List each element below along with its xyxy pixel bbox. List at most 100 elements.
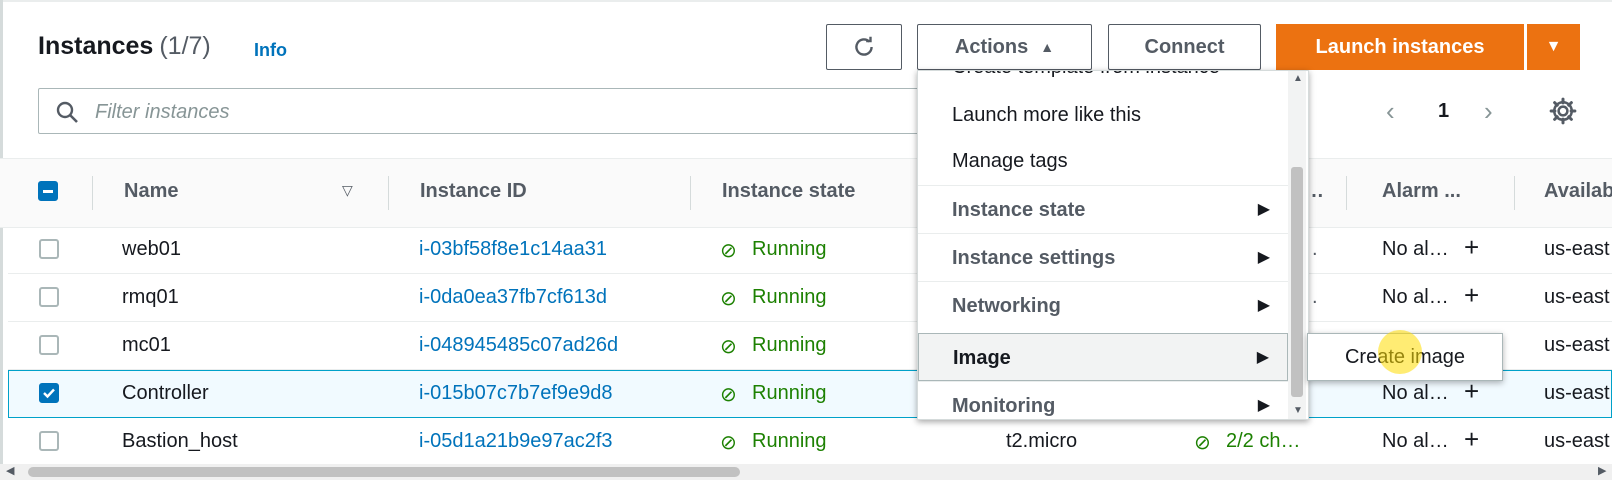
row-checkbox[interactable] [39, 239, 59, 259]
running-check-icon: ⊘ [720, 432, 737, 454]
instance-id-link[interactable]: i-0da0ea37fb7cf613d [419, 286, 607, 309]
status-check: 2/2 ch… [1226, 430, 1301, 452]
menu-item-instance-state[interactable]: Instance state ▶ [918, 185, 1288, 233]
chevron-right-icon: ▶ [1257, 297, 1270, 314]
next-page-icon[interactable]: › [1484, 96, 1493, 127]
horizontal-scrollbar-thumb[interactable] [28, 467, 740, 477]
instance-id-link[interactable]: i-05d1a21b9e97ac2f3 [419, 430, 613, 453]
scroll-right-icon[interactable]: ▶ [1598, 464, 1606, 477]
menu-item-manage-tags[interactable]: Manage tags [918, 137, 1288, 185]
page-title-text: Instances [38, 32, 154, 60]
previous-page-icon[interactable]: ‹ [1386, 96, 1395, 127]
menu-item-label: Networking [952, 295, 1061, 317]
connect-button[interactable]: Connect [1108, 24, 1261, 70]
menu-scrollbar-thumb[interactable] [1291, 167, 1303, 397]
add-alarm-icon[interactable]: + [1464, 280, 1479, 311]
search-icon [56, 101, 78, 123]
column-separator [690, 176, 691, 210]
menu-item-monitoring[interactable]: Monitoring ▶ [918, 381, 1288, 419]
instance-name: Controller [122, 382, 209, 404]
column-header-alarm[interactable]: Alarm ... [1382, 180, 1461, 203]
column-header-instance-state[interactable]: Instance state [722, 180, 855, 203]
instance-name: web01 [122, 238, 181, 260]
chevron-right-icon: ▶ [1257, 397, 1270, 414]
row-checkbox[interactable] [39, 287, 59, 307]
launch-instances-button[interactable]: Launch instances [1276, 24, 1524, 70]
row-checkbox[interactable] [39, 431, 59, 451]
running-check-icon: ⊘ [720, 240, 737, 262]
search-input[interactable] [93, 89, 897, 135]
chevron-right-icon: ▶ [1257, 249, 1270, 266]
column-header-name[interactable]: Name [124, 180, 178, 203]
instance-state: ⊘ [720, 238, 737, 263]
add-alarm-icon[interactable]: + [1464, 232, 1479, 263]
launch-dropdown-button[interactable]: ▼ [1526, 24, 1580, 70]
menu-item-label: Monitoring [952, 395, 1056, 417]
checkmark-icon [43, 388, 55, 399]
availability-zone: us-east [1544, 430, 1610, 452]
status-check-icon: ⊘ [1194, 432, 1211, 454]
running-check-icon: ⊘ [720, 288, 737, 310]
actions-dropdown-menu: Create template from instance Launch mor… [917, 70, 1309, 420]
table-row[interactable]: Bastion_host i-05d1a21b9e97ac2f3 ⊘ Runni… [8, 418, 1612, 466]
actions-button[interactable]: Actions ▲ [917, 24, 1092, 70]
left-border [0, 0, 3, 480]
menu-item-image[interactable]: Image ▶ [918, 333, 1288, 381]
table-row[interactable]: web01 i-03bf58f8e1c14aa31 ⊘ Running . No… [8, 226, 1612, 274]
menu-item-instance-settings[interactable]: Instance settings ▶ [918, 233, 1288, 281]
menu-item-launch-more[interactable]: Launch more like this [918, 91, 1288, 139]
column-separator [1514, 176, 1515, 210]
instance-type: t2.micro [1006, 430, 1078, 452]
availability-zone: us-east [1544, 334, 1610, 356]
column-header-availability[interactable]: Availab [1544, 180, 1612, 203]
caret-up-icon: ▲ [1040, 39, 1055, 55]
page-title: Instances (1/7) [38, 32, 211, 61]
instance-state-label: Running [752, 430, 827, 452]
menu-item-label: Instance settings [952, 247, 1116, 269]
instance-id-link[interactable]: i-03bf58f8e1c14aa31 [419, 238, 607, 261]
status-overflow: . [1312, 286, 1318, 308]
chevron-right-icon: ▶ [1257, 201, 1270, 218]
availability-zone: us-east [1544, 238, 1610, 260]
refresh-icon [855, 36, 873, 56]
cursor-highlight [1378, 330, 1422, 374]
instance-state-label: Running [752, 334, 827, 356]
instance-name: rmq01 [122, 286, 179, 308]
scroll-left-icon[interactable]: ◀ [6, 464, 14, 477]
status-overflow: . [1312, 238, 1318, 260]
caret-down-icon: ▼ [1545, 38, 1562, 55]
running-check-icon: ⊘ [720, 336, 737, 358]
info-link[interactable]: Info [254, 40, 287, 61]
alarm-status: No al… [1382, 382, 1449, 404]
availability-zone: us-east [1544, 382, 1610, 404]
scroll-down-icon[interactable]: ▼ [1293, 405, 1303, 416]
menu-item-label: Instance state [952, 199, 1086, 221]
alarm-status: No al… [1382, 430, 1449, 452]
scroll-up-icon[interactable]: ▲ [1293, 73, 1303, 84]
gear-icon[interactable] [1548, 96, 1578, 126]
availability-zone: us-east [1544, 286, 1610, 308]
instance-id-link[interactable]: i-048945485c07ad26d [419, 334, 618, 357]
top-border [0, 0, 1612, 2]
select-all-checkbox[interactable] [38, 181, 58, 201]
menu-item-networking[interactable]: Networking ▶ [918, 281, 1288, 329]
column-header-instance-id[interactable]: Instance ID [420, 180, 527, 203]
actions-button-label: Actions [954, 35, 1029, 58]
row-checkbox-checked[interactable] [39, 383, 59, 403]
alarm-status: No al… [1382, 286, 1449, 308]
instance-state-label: Running [752, 382, 827, 404]
instance-state-label: Running [752, 238, 827, 260]
alarm-status: No al… [1382, 238, 1449, 260]
running-check-icon: ⊘ [720, 384, 737, 406]
menu-item-create-template[interactable]: Create template from instance [918, 71, 1288, 91]
table-row[interactable]: rmq01 i-0da0ea37fb7cf613d ⊘ Running . No… [8, 274, 1612, 322]
filter-icon[interactable]: ▽ [342, 182, 353, 199]
row-checkbox[interactable] [39, 335, 59, 355]
instance-id-link[interactable]: i-015b07c7b7ef9e9d8 [419, 382, 613, 405]
page-number[interactable]: 1 [1438, 100, 1449, 123]
refresh-button[interactable] [826, 24, 902, 70]
chevron-right-icon: ▶ [1256, 349, 1269, 366]
column-separator [1346, 176, 1347, 210]
instance-state-label: Running [752, 286, 827, 308]
add-alarm-icon[interactable]: + [1464, 424, 1479, 455]
